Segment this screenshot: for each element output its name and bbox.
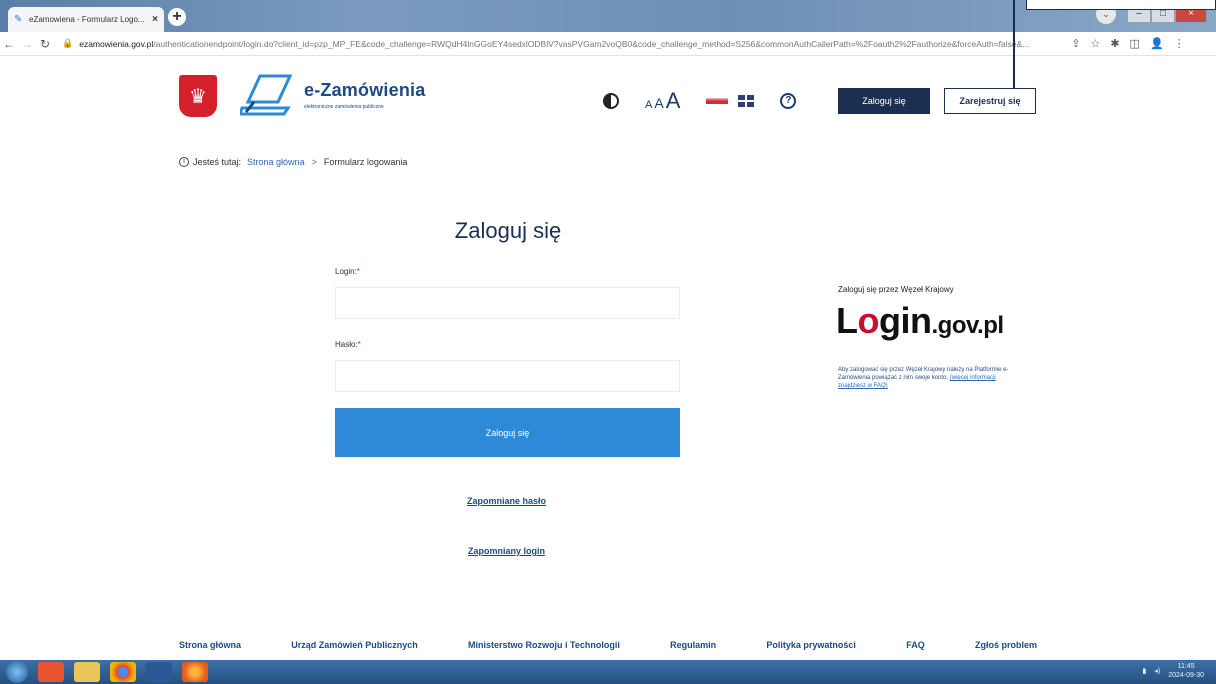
forward-icon[interactable]: → [18, 37, 36, 51]
volume-icon[interactable]: ◂) [1154, 667, 1160, 675]
page-title: Zaloguj się [454, 218, 562, 243]
clock[interactable]: 11:45 2024-09-30 [1168, 662, 1204, 680]
system-tray: ▮ ◂) 11:45 2024-09-30 [1142, 662, 1204, 680]
bookmark-star-icon[interactable]: ☆ [1090, 37, 1100, 50]
forgot-login-link[interactable]: Zapomniany login [468, 546, 545, 556]
login-label: Login:* [335, 267, 360, 276]
profile-icon[interactable]: 👤 [1150, 37, 1164, 50]
help-icon[interactable]: ? [780, 93, 797, 109]
footer-link-home[interactable]: Strona główna [179, 640, 241, 650]
logo-gin: gin [879, 300, 932, 341]
breadcrumb-prefix: Jesteś tutaj: [193, 157, 242, 167]
back-icon[interactable]: ← [0, 37, 18, 51]
logo-domain: .gov.pl [931, 312, 1004, 339]
tab-title: eZamowiena - Formularz Logo... [29, 15, 145, 24]
footer-link-privacy[interactable]: Polityka prywatności [766, 640, 856, 650]
footer-link-ministry[interactable]: Ministerstwo Rozwoju i Technologii [468, 640, 620, 650]
brand-subtitle: elektroniczne zamówienia publiczne [304, 104, 384, 110]
font-size-controls: A A A [645, 88, 682, 114]
url-field[interactable]: ezamowienia.gov.pl/authenticationendpoin… [79, 39, 1059, 49]
password-input[interactable] [335, 360, 680, 392]
font-size-large[interactable]: A [666, 88, 681, 114]
file-explorer-icon[interactable] [74, 662, 100, 682]
breadcrumb: i Jesteś tutaj: Strona główna > Formular… [179, 157, 407, 167]
reload-icon[interactable]: ↻ [36, 37, 54, 51]
login-label-text: Login: [335, 267, 357, 276]
password-label-text: Hasło: [335, 340, 358, 349]
font-size-medium[interactable]: A [654, 95, 663, 111]
header-login-button[interactable]: Zaloguj się [838, 88, 930, 114]
clock-time: 11:45 [1177, 663, 1195, 670]
info-icon: i [179, 157, 189, 167]
brand-name: e-Zamówienia [304, 80, 426, 100]
annotation-box [1026, 0, 1216, 10]
contrast-icon[interactable] [603, 93, 619, 109]
tab-close-icon[interactable]: × [152, 14, 158, 25]
chrome-icon[interactable] [110, 662, 136, 682]
lock-icon[interactable]: 🔒 [62, 38, 73, 49]
register-button[interactable]: Zarejestruj się [944, 88, 1036, 114]
side-panel-icon[interactable]: ◫ [1130, 37, 1140, 50]
breadcrumb-current: Formularz logowania [323, 157, 408, 167]
footer: Strona główna Urząd Zamówień Publicznych… [179, 640, 1037, 650]
login-submit-button[interactable]: Zaloguj się [335, 408, 680, 457]
national-node-title: Zaloguj się przez Węzeł Krajowy [838, 285, 954, 294]
site-logo[interactable]: e-Zamówienia elektroniczne zamówienia pu… [240, 72, 425, 118]
word-icon[interactable] [146, 662, 172, 682]
browser-tab[interactable]: ✎ eZamowiena - Formularz Logo... × [8, 7, 164, 32]
firefox-icon[interactable] [182, 662, 208, 682]
browser-address-bar: ← → ↻ 🔒 ezamowienia.gov.pl/authenticatio… [0, 32, 1216, 56]
footer-link-report[interactable]: Zgłoś problem [975, 640, 1037, 650]
browser-toolbar-icons: ⇪ ☆ ✱ ◫ 👤 ⋮ [1071, 37, 1184, 50]
login-input[interactable] [335, 287, 680, 319]
site-favicon-icon: ✎ [14, 13, 23, 25]
breadcrumb-separator: > [311, 157, 317, 167]
breadcrumb-home-link[interactable]: Strona główna [247, 157, 305, 167]
required-mark: * [357, 340, 361, 349]
logo-o: o [857, 300, 880, 341]
share-icon[interactable]: ⇪ [1071, 37, 1080, 50]
start-button-icon[interactable] [6, 661, 28, 683]
footer-link-faq[interactable]: FAQ [906, 640, 925, 650]
login-gov-logo[interactable]: Login.gov.pl [836, 300, 1004, 342]
menu-icon[interactable]: ⋮ [1174, 37, 1185, 50]
extensions-icon[interactable]: ✱ [1110, 37, 1119, 50]
logo-l: L [836, 300, 858, 341]
annotation-line [1013, 0, 1015, 96]
national-node-description: Aby zalogować się przez Węzeł Krajowy na… [838, 366, 1018, 390]
accessibility-tools: A A A ? [603, 88, 797, 114]
required-mark: * [356, 267, 360, 276]
polish-flag-icon[interactable] [706, 98, 729, 104]
footer-link-terms[interactable]: Regulamin [670, 640, 716, 650]
url-host: ezamowienia.gov.pl [79, 38, 154, 49]
new-tab-button[interactable]: + [168, 8, 186, 26]
url-path: /authenticationendpoint/login.do?client_… [153, 38, 1030, 49]
polish-eagle-emblem-icon: ♛ [179, 75, 217, 117]
clock-date: 2024-09-30 [1168, 672, 1204, 679]
media-app-icon[interactable] [38, 662, 64, 682]
footer-link-uzp[interactable]: Urząd Zamówień Publicznych [291, 640, 418, 650]
laptop-logo-icon [240, 74, 293, 116]
network-icon[interactable]: ▮ [1142, 667, 1146, 675]
password-label: Hasło:* [335, 340, 361, 349]
os-taskbar: ▮ ◂) 11:45 2024-09-30 [0, 660, 1216, 684]
english-flag-icon[interactable] [738, 95, 755, 107]
forgot-password-link[interactable]: Zapomniane hasło [467, 496, 546, 506]
font-size-small[interactable]: A [645, 99, 652, 111]
